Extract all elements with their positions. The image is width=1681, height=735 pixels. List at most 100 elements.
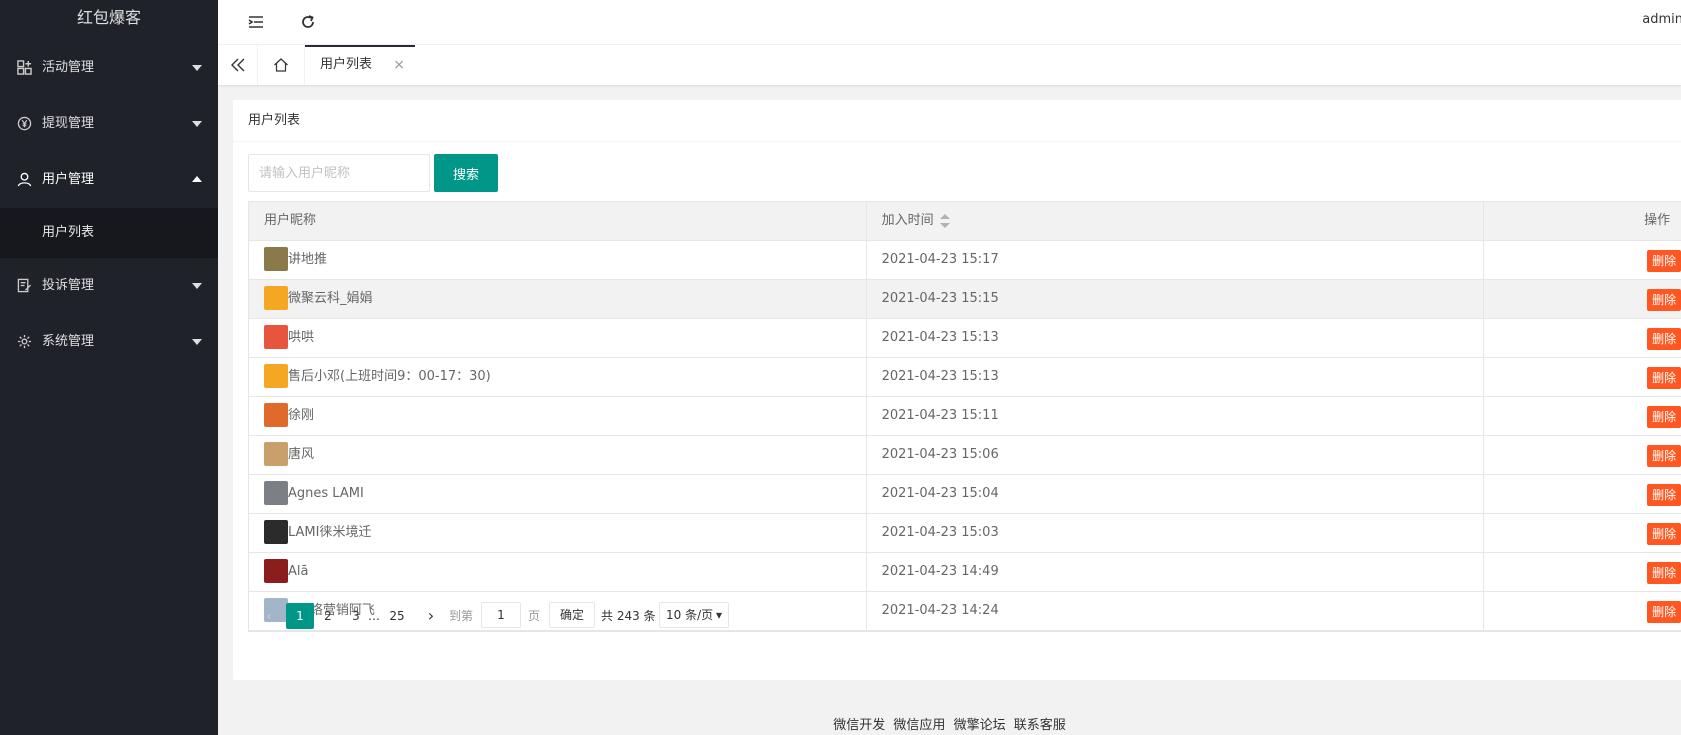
nickname: 售后小邓(上班时间9：00-17：30) [288,369,491,384]
sidebar-item-users[interactable]: 用户管理 [0,152,218,208]
delete-button[interactable]: 删除 [1647,250,1681,272]
user-menu[interactable]: admin [1642,12,1681,27]
next-page-icon[interactable]: › [421,603,441,629]
sidebar-item-label: 系统管理 [42,334,95,349]
delete-button[interactable]: 删除 [1647,406,1681,428]
user-icon [17,172,32,187]
avatar [264,285,288,310]
nickname: 唐风 [288,447,315,462]
sidebar-item-label: 投诉管理 [42,278,95,293]
col-nickname: 用户昵称 [249,202,867,240]
tab-user-list[interactable]: 用户列表 × [305,45,415,85]
page-2[interactable]: 2 [319,603,337,629]
delete-button[interactable]: 删除 [1647,445,1681,467]
avatar [264,402,288,427]
page-1[interactable]: 1 [286,603,314,629]
close-icon[interactable]: × [393,47,405,83]
sidebar-item-label: 用户管理 [42,172,95,187]
footer-link[interactable]: 联系客服 [1014,718,1066,733]
chevron-down-icon [192,283,202,289]
tab-label: 用户列表 [320,57,373,72]
sidebar-item-withdraw[interactable]: 提现管理 [0,96,218,152]
user-table: 用户昵称 加入时间 操作 讲地推 2021-04-23 15:17 删除 微聚云科_娟… [248,201,1681,631]
delete-button[interactable]: 删除 [1647,523,1681,545]
search-button[interactable]: 搜索 [434,154,498,192]
table-row: 讲地推 2021-04-23 15:17 删除 [249,241,1681,280]
page-3[interactable]: 3 [347,603,365,629]
col-join-time-label: 加入时间 [881,213,934,228]
per-page-value: 10 条/页 [666,608,714,622]
tab-home[interactable] [258,45,305,85]
footer-link[interactable]: 微信开发 [833,718,885,733]
delete-button[interactable]: 删除 [1647,328,1681,350]
nickname: 讲地推 [288,252,328,267]
table-row: Agnes LAMI 2021-04-23 15:04 删除 [249,475,1681,514]
cell-actions: 删除 [1484,280,1681,318]
card-title: 用户列表 [233,100,1681,142]
apps-icon [17,60,32,75]
delete-button[interactable]: 删除 [1647,484,1681,506]
avatar [264,324,288,349]
tabs-scroll-left[interactable] [218,45,258,85]
prev-page-icon[interactable]: ‹ [259,603,279,629]
table-row: 微聚云科_娟娟 2021-04-23 15:15 删除 [249,280,1681,319]
cell-join-time: 2021-04-23 15:13 [867,358,1485,396]
tabs-bar: 用户列表 × [218,45,1681,85]
sidebar-item-user-list[interactable]: 用户列表 [0,208,218,258]
pagination: ‹ 1 2 3 … 25 › 到第 页 确定 共 243 条 10 条/页 ▾ [248,594,1681,632]
table-row: Alā 2021-04-23 14:49 删除 [249,553,1681,592]
page-unit-label: 页 [528,609,541,623]
edit-icon [17,278,32,293]
col-join-time[interactable]: 加入时间 [867,202,1485,240]
cell-nickname: LAMI徕米境迁 [249,514,867,552]
cell-nickname: Alā [249,553,867,591]
sidebar-item-label: 活动管理 [42,60,95,75]
cell-join-time: 2021-04-23 14:49 [867,553,1485,591]
avatar [264,558,288,583]
footer-link[interactable]: 微擎论坛 [954,718,1006,733]
search-input[interactable] [248,154,430,192]
footer-link[interactable]: 微信应用 [893,718,945,733]
sort-icon[interactable] [939,213,950,228]
nickname: 哄哄 [288,330,315,345]
per-page-select[interactable]: 10 条/页 ▾ [659,602,729,628]
cell-nickname: 讲地推 [249,241,867,279]
nickname: Agnes LAMI [288,486,364,501]
total-count: 共 243 条 [601,609,656,623]
nickname: LAMI徕米境迁 [288,525,372,540]
cell-nickname: 徐刚 [249,397,867,435]
refresh-icon[interactable] [298,12,318,32]
col-actions-label: 操作 [1644,213,1671,228]
cell-actions: 删除 [1484,436,1681,474]
delete-button[interactable]: 删除 [1647,562,1681,584]
footer: 微信开发 微信应用 微擎论坛 联系客服 [218,714,1681,733]
goto-page-input[interactable] [481,602,521,628]
goto-confirm-button[interactable]: 确定 [549,602,596,628]
sidebar-item-activity[interactable]: 活动管理 [0,40,218,96]
cell-nickname: Agnes LAMI [249,475,867,513]
brand-logo: 红包爆客 [76,8,141,27]
table-row: LAMI徕米境迁 2021-04-23 15:03 删除 [249,514,1681,553]
table-row: 唐风 2021-04-23 15:06 删除 [249,436,1681,475]
cell-nickname: 微聚云科_娟娟 [249,280,867,318]
yen-icon [17,116,32,131]
menu-collapse-icon[interactable] [246,12,266,32]
cell-actions: 删除 [1484,397,1681,435]
delete-button[interactable]: 删除 [1647,289,1681,311]
sidebar-item-label: 提现管理 [42,116,95,131]
page-25[interactable]: 25 [385,603,409,629]
table-row: 售后小邓(上班时间9：00-17：30) 2021-04-23 15:13 删除 [249,358,1681,397]
page-ellipsis: … [368,609,380,623]
table-row: 徐刚 2021-04-23 15:11 删除 [249,397,1681,436]
cell-actions: 删除 [1484,319,1681,357]
sidebar-item-system[interactable]: 系统管理 [0,314,218,370]
cell-actions: 删除 [1484,553,1681,591]
content-card: 用户列表 搜索 用户昵称 加入时间 操作 讲地推 2021-04-23 15:17… [233,100,1681,680]
delete-button[interactable]: 删除 [1647,367,1681,389]
avatar [264,246,288,271]
sidebar-item-complaints[interactable]: 投诉管理 [0,258,218,314]
cell-join-time: 2021-04-23 15:15 [867,280,1485,318]
cell-join-time: 2021-04-23 15:03 [867,514,1485,552]
chevron-down-icon [192,339,202,345]
avatar [264,363,288,388]
